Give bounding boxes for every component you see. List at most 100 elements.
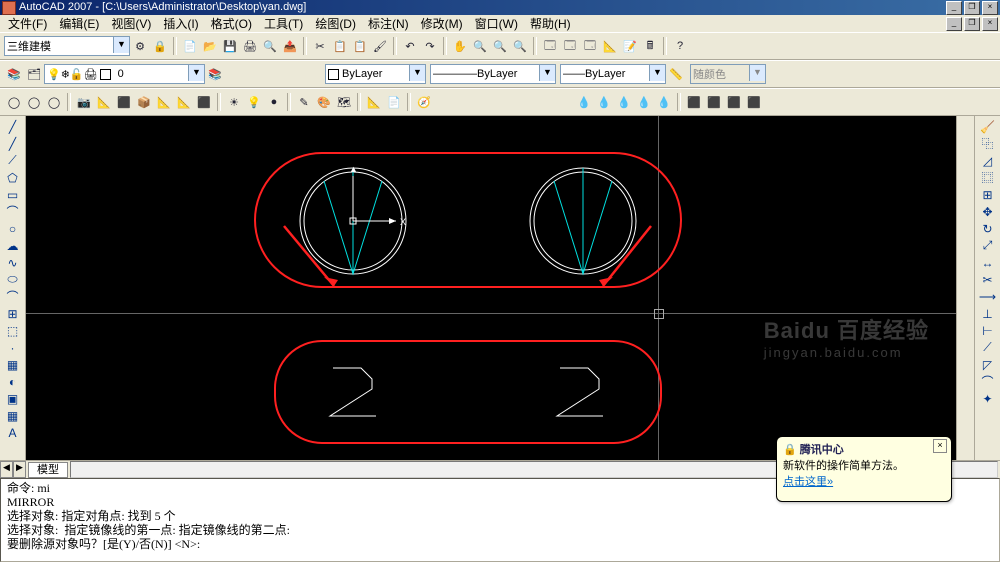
redo-icon[interactable]: ↷ — [421, 37, 439, 55]
match-icon[interactable]: 🖌 — [371, 37, 389, 55]
t3-10-icon[interactable]: ⬛ — [195, 93, 213, 111]
explode-icon[interactable]: ✦ — [979, 390, 997, 407]
zoom-prev-icon[interactable]: 🔍 — [511, 37, 529, 55]
array-icon[interactable]: ⊞ — [979, 186, 997, 203]
plotstyle-dropdown[interactable]: 随颜色▼ — [690, 64, 766, 84]
gradient-icon[interactable]: ◐ — [4, 373, 22, 390]
toolpalettes-icon[interactable]: 🗔 — [581, 37, 599, 55]
fillet-icon[interactable]: ⌒ — [979, 373, 997, 390]
copy-icon[interactable]: 📋 — [331, 37, 349, 55]
save-icon[interactable]: 💾 — [221, 37, 239, 55]
join-icon[interactable]: ⟋ — [979, 339, 997, 356]
menu-file[interactable]: 文件(F) — [2, 14, 53, 33]
scale-icon[interactable]: ⤢ — [979, 237, 997, 254]
erase-icon[interactable]: 🧹 — [979, 118, 997, 135]
designcenter-icon[interactable]: 🗔 — [561, 37, 579, 55]
spline-icon[interactable]: ∿ — [4, 254, 22, 271]
model-tab[interactable]: 模型 — [28, 462, 68, 478]
menu-modify[interactable]: 修改(M) — [415, 14, 469, 33]
doc-close-button[interactable]: × — [982, 17, 998, 31]
t3-drop1-icon[interactable]: 💧 — [575, 93, 593, 111]
t3-v3-icon[interactable]: ⬛ — [725, 93, 743, 111]
polygon-icon[interactable]: ⬠ — [4, 169, 22, 186]
minimize-button[interactable]: _ — [946, 1, 962, 15]
arc-icon[interactable]: ⌒ — [4, 203, 22, 220]
linetype-dropdown[interactable]: ———— ByLayer▼ — [430, 64, 556, 84]
copy2-icon[interactable]: ⿻ — [979, 135, 997, 152]
t3-v1-icon[interactable]: ⬛ — [685, 93, 703, 111]
t3-4-icon[interactable]: 📷 — [75, 93, 93, 111]
t3-7-icon[interactable]: 📦 — [135, 93, 153, 111]
t3-3-icon[interactable]: ◯ — [45, 93, 63, 111]
table-icon[interactable]: ▦ — [4, 407, 22, 424]
menu-dim[interactable]: 标注(N) — [362, 14, 415, 33]
color-dropdown[interactable]: ByLayer▼ — [325, 64, 426, 84]
t3-v4-icon[interactable]: ⬛ — [745, 93, 763, 111]
t3-2-icon[interactable]: ◯ — [25, 93, 43, 111]
t3-drop3-icon[interactable]: 💧 — [615, 93, 633, 111]
new-icon[interactable]: 📄 — [181, 37, 199, 55]
t3-9-icon[interactable]: 📐 — [175, 93, 193, 111]
t3-light-icon[interactable]: 💡 — [245, 93, 263, 111]
t3-map-icon[interactable]: 🗺 — [335, 93, 353, 111]
t3-mat-icon[interactable]: ✎ — [295, 93, 313, 111]
layer-filter-icon[interactable]: 🗂 — [25, 65, 43, 83]
calc-icon[interactable]: 🖩 — [641, 37, 659, 55]
ellipsearc-icon[interactable]: ⌒ — [4, 288, 22, 305]
menu-view[interactable]: 视图(V) — [105, 14, 157, 33]
open-icon[interactable]: 📂 — [201, 37, 219, 55]
tab-left-icon[interactable]: ◀ — [0, 461, 13, 478]
menu-edit[interactable]: 编辑(E) — [53, 14, 105, 33]
workspace-dropdown[interactable]: 三维建模▼ — [4, 36, 130, 56]
t3-drop2-icon[interactable]: 💧 — [595, 93, 613, 111]
insert-icon[interactable]: ⊞ — [4, 305, 22, 322]
revcloud-icon[interactable]: ☁ — [4, 237, 22, 254]
t3-6-icon[interactable]: ⬛ — [115, 93, 133, 111]
xline-icon[interactable]: ╱ — [4, 135, 22, 152]
t3-drop4-icon[interactable]: 💧 — [635, 93, 653, 111]
circle-icon[interactable]: ○ — [4, 220, 22, 237]
rect-icon[interactable]: ▭ — [4, 186, 22, 203]
sheetset-icon[interactable]: 📐 — [601, 37, 619, 55]
zoom-rt-icon[interactable]: 🔍 — [471, 37, 489, 55]
doc-minimize-button[interactable]: _ — [946, 17, 962, 31]
ellipse-icon[interactable]: ⬭ — [4, 271, 22, 288]
undo-icon[interactable]: ↶ — [401, 37, 419, 55]
break2-icon[interactable]: ⊢ — [979, 322, 997, 339]
menu-help[interactable]: 帮助(H) — [524, 14, 577, 33]
drawing-canvas[interactable]: X ▲ Baidu 百度经验 jingyan.baidu.com — [26, 116, 974, 460]
zoom-win-icon[interactable]: 🔍 — [491, 37, 509, 55]
notif-close-button[interactable]: × — [933, 439, 947, 453]
text-icon[interactable]: A — [4, 424, 22, 441]
t3-1-icon[interactable]: ◯ — [5, 93, 23, 111]
t3-sun-icon[interactable]: ☀ — [225, 93, 243, 111]
markup-icon[interactable]: 📝 — [621, 37, 639, 55]
lineweight-dropdown[interactable]: —— ByLayer▼ — [560, 64, 666, 84]
stretch-icon[interactable]: ↔ — [979, 254, 997, 271]
menu-tools[interactable]: 工具(T) — [258, 14, 309, 33]
menu-insert[interactable]: 插入(I) — [157, 14, 204, 33]
t3-render-icon[interactable]: 🎨 — [315, 93, 333, 111]
pan-icon[interactable]: ✋ — [451, 37, 469, 55]
layer-prev-icon[interactable]: 📚 — [206, 65, 224, 83]
vscroll[interactable] — [956, 116, 974, 460]
close-button[interactable]: × — [982, 1, 998, 15]
layer-dropdown[interactable]: 💡❄🔓🖨 0▼ — [44, 64, 205, 84]
menu-draw[interactable]: 绘图(D) — [309, 14, 362, 33]
block-icon[interactable]: ⬚ — [4, 322, 22, 339]
break-icon[interactable]: ⊥ — [979, 305, 997, 322]
menu-format[interactable]: 格式(O) — [205, 14, 258, 33]
point-icon[interactable]: · — [4, 339, 22, 356]
help-icon[interactable]: ? — [671, 37, 689, 55]
doc-restore-button[interactable]: ❐ — [964, 17, 980, 31]
t3-sec-icon[interactable]: 📐 — [365, 93, 383, 111]
line-icon[interactable]: ╱ — [4, 118, 22, 135]
chamfer-icon[interactable]: ◸ — [979, 356, 997, 373]
t3-nav-icon[interactable]: 🧭 — [415, 93, 433, 111]
menu-window[interactable]: 窗口(W) — [469, 14, 524, 33]
mirror-icon[interactable]: ◿ — [979, 152, 997, 169]
offset-icon[interactable]: ⿴ — [979, 169, 997, 186]
preview-icon[interactable]: 🔍 — [261, 37, 279, 55]
maximize-button[interactable]: ❐ — [964, 1, 980, 15]
extend-icon[interactable]: ⟶ — [979, 288, 997, 305]
